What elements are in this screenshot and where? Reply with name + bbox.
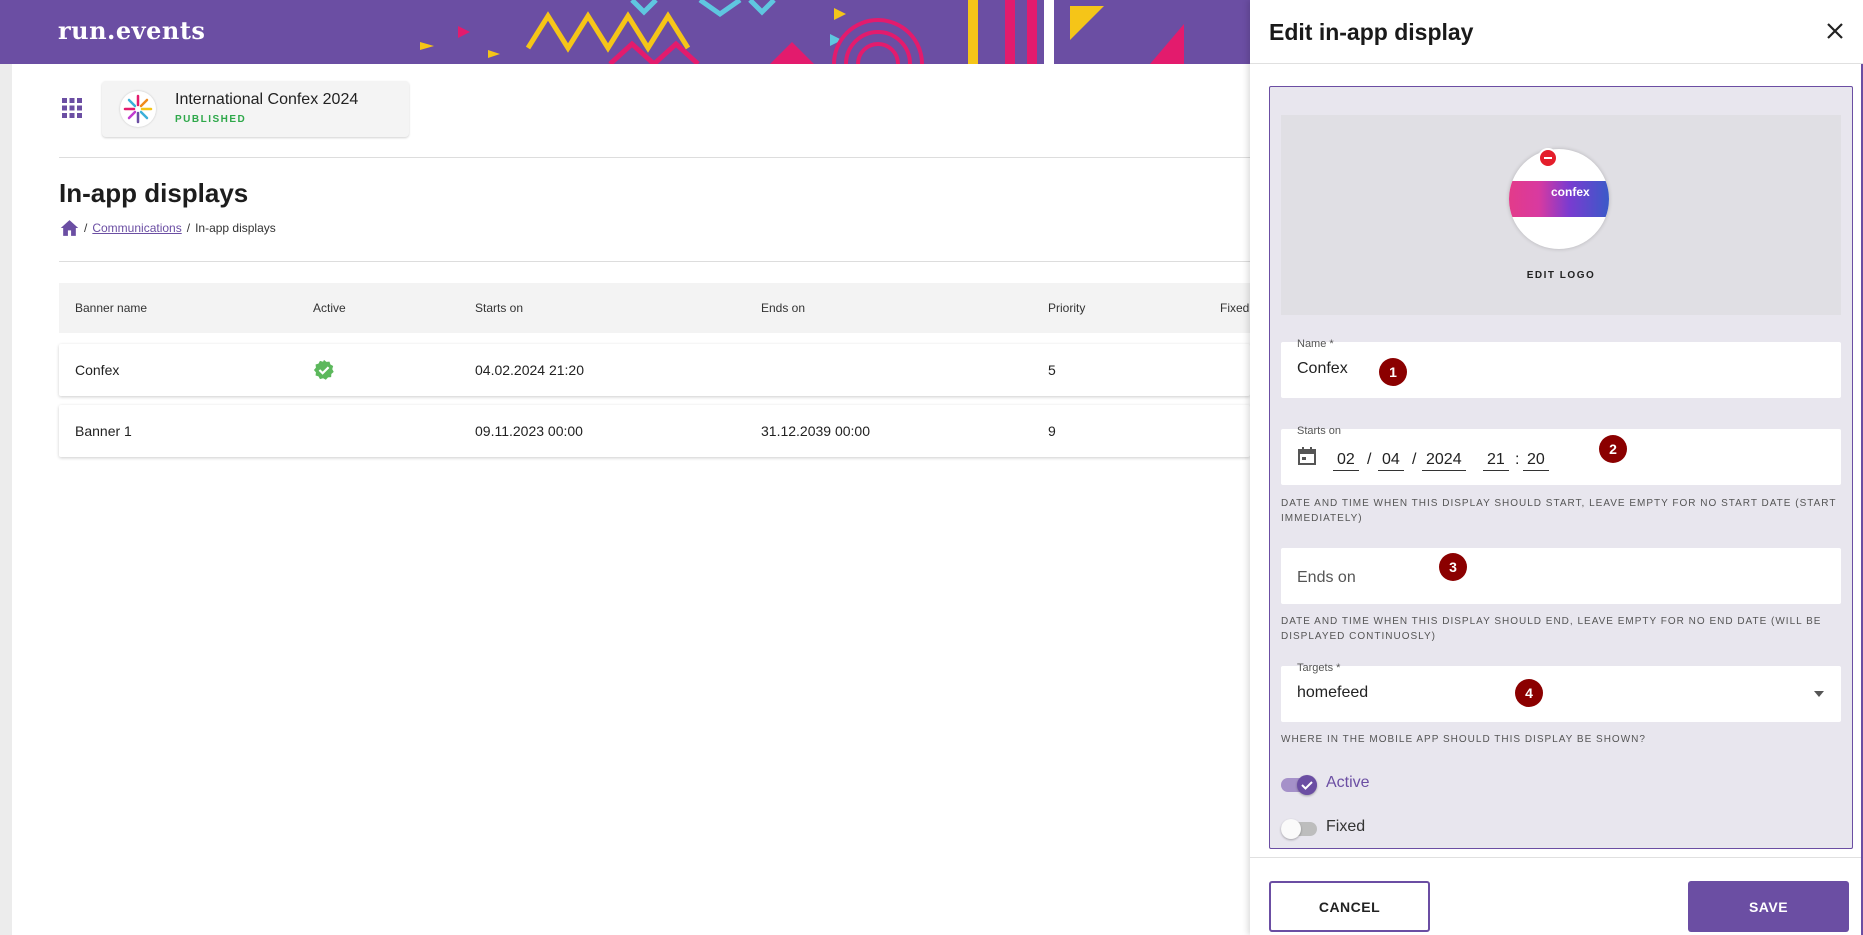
panel-form: confex EDIT LOGO Name * Confex Starts on… [1269, 86, 1853, 849]
annotation-marker-1: 1 [1379, 358, 1407, 386]
targets-value[interactable]: homefeed [1297, 684, 1368, 702]
panel-header: Edit in-app display [1250, 0, 1863, 64]
starts-hour-input[interactable]: 21 [1483, 451, 1509, 471]
active-toggle-label[interactable]: Active [1326, 774, 1370, 792]
table-header: Banner name Active Starts on Ends on Pri… [59, 283, 1250, 333]
page-title: In-app displays [59, 178, 249, 208]
targets-select[interactable]: Targets * homefeed [1281, 662, 1841, 722]
cell-banner-name: Confex [75, 362, 120, 378]
calendar-icon[interactable] [1297, 446, 1317, 466]
starts-month-input[interactable]: 04 [1378, 451, 1404, 471]
banner-decoration [420, 0, 1184, 64]
event-status-badge: PUBLISHED [175, 114, 247, 125]
edit-panel: Edit in-app display confex EDIT LOGO Nam… [1250, 0, 1863, 935]
sunburst-logo-icon [123, 94, 153, 124]
divider [59, 157, 1250, 158]
ends-on-input[interactable]: Ends on [1297, 569, 1356, 587]
toggle-knob [1281, 819, 1301, 839]
time-separator: : [1515, 451, 1520, 468]
table-row[interactable]: Banner 1 09.11.2023 00:00 31.12.2039 00:… [59, 405, 1250, 457]
edit-logo-button[interactable]: EDIT LOGO [1281, 270, 1841, 281]
starts-day-input[interactable]: 02 [1333, 451, 1359, 471]
starts-minute-input[interactable]: 20 [1523, 451, 1549, 471]
cell-starts-on: 09.11.2023 00:00 [475, 423, 583, 439]
starts-on-helper: Date and time when this display should s… [1281, 498, 1837, 524]
starts-on-label: Starts on [1297, 425, 1342, 437]
starts-year-input[interactable]: 2024 [1422, 451, 1466, 471]
cancel-button[interactable]: CANCEL [1269, 881, 1430, 932]
name-field[interactable]: Name * Confex [1281, 338, 1841, 398]
panel-title: Edit in-app display [1269, 19, 1474, 45]
breadcrumb: / Communications / In-app displays [60, 219, 276, 237]
column-header-priority[interactable]: Priority [1048, 301, 1085, 315]
left-strip [0, 64, 12, 935]
fixed-toggle[interactable] [1281, 819, 1317, 839]
targets-label: Targets * [1297, 662, 1341, 674]
toggle-knob [1297, 775, 1317, 795]
close-icon[interactable] [1824, 20, 1846, 42]
name-input[interactable]: Confex [1297, 360, 1348, 378]
column-header-active[interactable]: Active [313, 301, 346, 315]
ends-on-helper: Date and time when this display should e… [1281, 616, 1822, 642]
check-icon [1301, 781, 1313, 790]
active-toggle[interactable] [1281, 775, 1317, 795]
active-check-icon [313, 359, 334, 380]
ends-on-field[interactable]: Ends on [1281, 548, 1841, 604]
breadcrumb-link-communications[interactable]: Communications [92, 221, 181, 235]
fixed-toggle-label[interactable]: Fixed [1326, 818, 1365, 836]
cell-starts-on: 04.02.2024 21:20 [475, 362, 584, 378]
column-header-ends-on[interactable]: Ends on [761, 301, 805, 315]
cell-ends-on: 31.12.2039 00:00 [761, 423, 870, 439]
cell-priority: 5 [1048, 362, 1056, 378]
breadcrumb-separator: / [186, 221, 191, 235]
column-header-fixed[interactable]: Fixed [1220, 301, 1249, 315]
name-field-label: Name * [1297, 338, 1334, 350]
logo-upload-zone[interactable]: confex EDIT LOGO [1281, 115, 1841, 315]
apps-grid-icon[interactable] [62, 98, 82, 118]
app-logo[interactable]: run.events [58, 16, 205, 45]
remove-logo-icon[interactable] [1538, 148, 1558, 168]
annotation-marker-3: 3 [1439, 553, 1467, 581]
date-separator: / [1412, 451, 1417, 468]
save-button[interactable]: SAVE [1688, 881, 1849, 932]
targets-helper: Where in the mobile app should this disp… [1281, 734, 1646, 745]
top-banner: run.events [0, 0, 1250, 64]
logo-image-text: confex [1551, 185, 1590, 199]
divider [59, 261, 1250, 262]
annotation-marker-2: 2 [1599, 435, 1627, 463]
date-separator: / [1367, 451, 1372, 468]
banner-gap [1044, 0, 1054, 64]
table-row[interactable]: Confex 04.02.2024 21:20 5 [59, 344, 1250, 396]
event-name: International Confex 2024 [175, 91, 359, 108]
logo-preview[interactable]: confex [1509, 149, 1609, 249]
breadcrumb-separator: / [84, 221, 88, 235]
panel-footer: CANCEL SAVE [1250, 857, 1863, 935]
chevron-down-icon[interactable] [1813, 690, 1825, 698]
event-selector[interactable]: International Confex 2024 PUBLISHED [102, 81, 409, 137]
cell-priority: 9 [1048, 423, 1056, 439]
column-header-starts-on[interactable]: Starts on [475, 301, 523, 315]
starts-on-field[interactable]: Starts on 02 / 04 / 2024 21 : 20 [1281, 425, 1841, 485]
home-icon[interactable] [60, 219, 79, 237]
breadcrumb-current: In-app displays [195, 221, 276, 235]
annotation-marker-4: 4 [1515, 679, 1543, 707]
cell-banner-name: Banner 1 [75, 423, 132, 439]
event-logo [120, 91, 156, 127]
column-header-banner-name[interactable]: Banner name [75, 301, 147, 315]
